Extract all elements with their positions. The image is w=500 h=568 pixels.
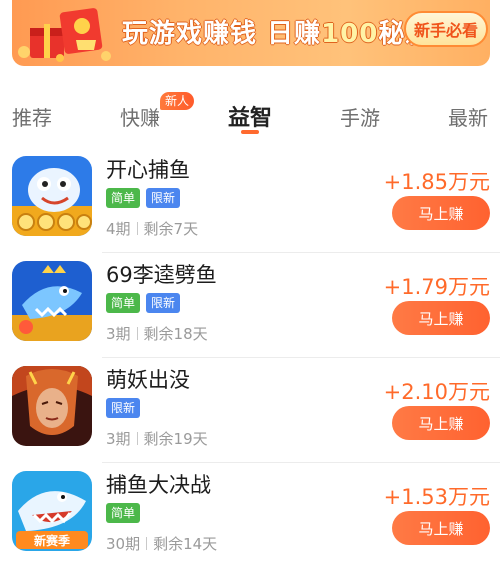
- tab-quick-earn[interactable]: 快赚: [120, 102, 160, 131]
- tag-simple: 简单: [106, 293, 141, 313]
- game-meta: 30期 剩余14天: [106, 533, 217, 554]
- list-item[interactable]: 开心捕鱼 简单 限新 4期 剩余7天 +1.85万元 马上赚: [0, 148, 500, 253]
- remaining-text: 剩余18天: [143, 325, 208, 343]
- tab-mobile-games[interactable]: 手游: [340, 102, 380, 131]
- demon-game-icon: [12, 366, 92, 446]
- game-name: 开心捕鱼: [106, 158, 190, 182]
- list-item[interactable]: 新赛季 捕鱼大决战 简单 30期 剩余14天 +1.53万元 马上赚: [0, 463, 500, 568]
- tab-recommended[interactable]: 推荐: [12, 102, 52, 131]
- period-text: 3期: [106, 430, 131, 448]
- tab-latest[interactable]: 最新: [448, 102, 488, 131]
- gift-box-icon: [18, 8, 111, 62]
- game-name: 69李逵劈鱼: [106, 263, 217, 287]
- tag-group: 限新: [106, 398, 141, 418]
- list-item[interactable]: 萌妖出没 限新 3期 剩余19天 +2.10万元 马上赚: [0, 358, 500, 463]
- remaining-text: 剩余7天: [143, 220, 199, 238]
- game-meta: 4期 剩余7天: [106, 218, 198, 239]
- reward-amount: +1.79万元: [383, 275, 490, 299]
- reward-amount: +2.10万元: [383, 380, 490, 404]
- earn-now-button[interactable]: 马上赚: [392, 511, 490, 545]
- season-overlay-text: 新赛季: [34, 533, 71, 548]
- remaining-text: 剩余19天: [143, 430, 208, 448]
- active-tab-indicator: [241, 130, 259, 134]
- newbie-guide-button[interactable]: 新手必看: [404, 11, 488, 47]
- game-meta: 3期 剩余18天: [106, 323, 208, 344]
- fish-game-icon: [12, 156, 92, 236]
- new-user-badge: 新人: [160, 92, 195, 110]
- period-text: 3期: [106, 325, 131, 343]
- category-tabs: 推荐 快赚 新人 益智 手游 最新: [0, 92, 500, 140]
- earn-now-button[interactable]: 马上赚: [392, 196, 490, 230]
- tag-new-only: 限新: [146, 188, 181, 208]
- game-meta: 3期 剩余19天: [106, 428, 208, 449]
- earn-now-button[interactable]: 马上赚: [392, 406, 490, 440]
- list-item[interactable]: 69李逵劈鱼 简单 限新 3期 剩余18天 +1.79万元 马上赚: [0, 253, 500, 358]
- period-text: 30期: [106, 535, 141, 553]
- tab-puzzle[interactable]: 益智: [228, 100, 272, 132]
- banner-title: 玩游戏赚钱 日赚100秘籍: [122, 19, 431, 49]
- game-name: 萌妖出没: [106, 368, 190, 392]
- shark-season-game-icon: 新赛季: [12, 471, 92, 551]
- tag-simple: 简单: [106, 503, 141, 523]
- tag-group: 简单 限新: [106, 293, 181, 313]
- tag-simple: 简单: [106, 188, 141, 208]
- reward-amount: +1.53万元: [383, 485, 490, 509]
- tag-new-only: 限新: [106, 398, 141, 418]
- period-text: 4期: [106, 220, 131, 238]
- promo-banner[interactable]: 玩游戏赚钱 日赚100秘籍 新手必看: [12, 0, 490, 66]
- game-name: 捕鱼大决战: [106, 473, 211, 497]
- tag-new-only: 限新: [146, 293, 181, 313]
- tag-group: 简单 限新: [106, 188, 181, 208]
- remaining-text: 剩余14天: [153, 535, 218, 553]
- tag-group: 简单: [106, 503, 141, 523]
- earn-now-button[interactable]: 马上赚: [392, 301, 490, 335]
- reward-amount: +1.85万元: [383, 170, 490, 194]
- shark-game-icon: [12, 261, 92, 341]
